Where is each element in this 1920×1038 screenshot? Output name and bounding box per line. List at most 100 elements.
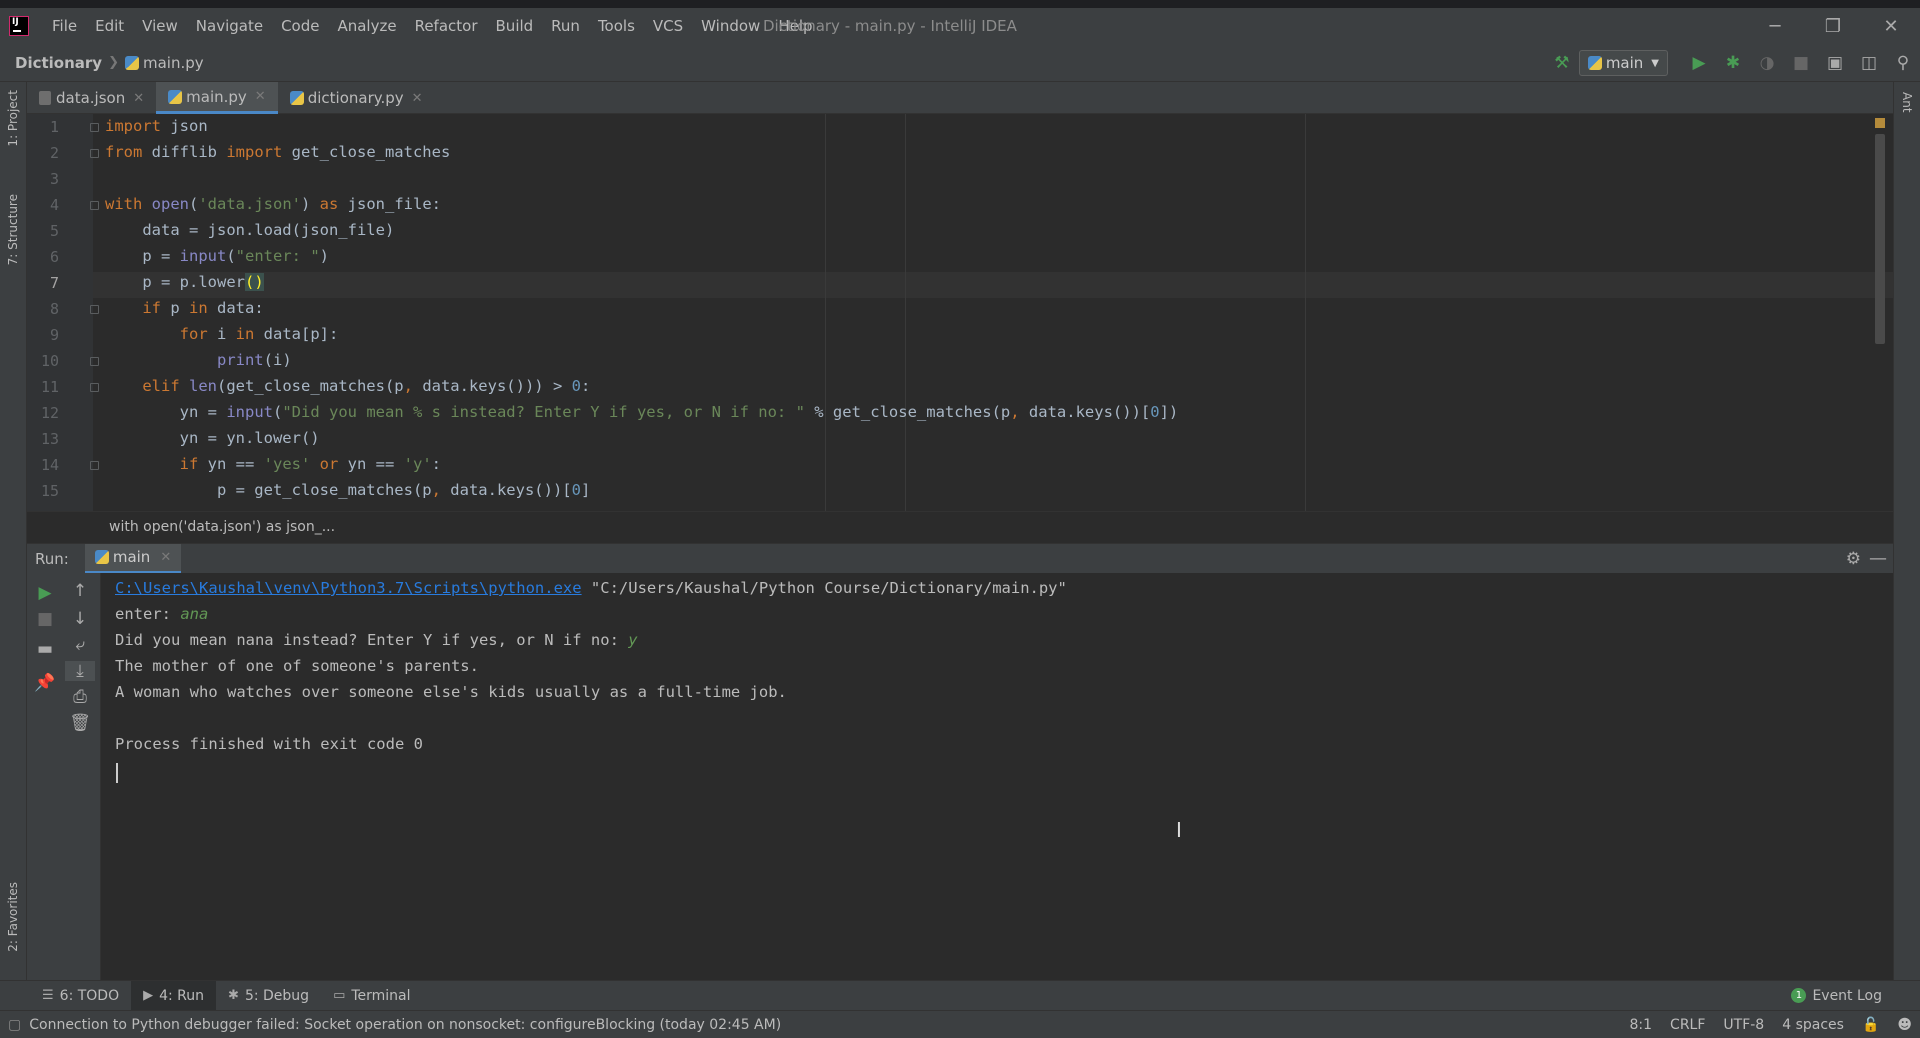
breadcrumb-file[interactable]: main.py [124,54,204,72]
todo-tool-button[interactable]: ☰ 6: TODO [30,981,131,1011]
favorites-tool-button[interactable]: 2: Favorites [6,882,20,952]
close-tab-icon[interactable]: ✕ [160,550,171,565]
print-icon[interactable]: ⎙ [65,687,95,707]
code-line: for i in data[p]: [179,325,339,343]
menu-refactor[interactable]: Refactor [406,17,487,35]
close-tab-icon[interactable]: ✕ [133,91,144,106]
code-editor[interactable]: 1 2 3 4 5 6 7 8 9 10 11 12 13 14 15 impo… [27,114,1893,511]
fold-marker-icon[interactable] [90,357,99,366]
menu-code[interactable]: Code [272,17,328,35]
minimize-panel-icon[interactable]: — [1869,548,1887,569]
tab-data-json[interactable]: data.json ✕ [27,82,156,114]
menu-edit[interactable]: Edit [86,17,133,35]
restore-layout-icon[interactable]: ▬ [30,639,60,659]
up-arrow-icon[interactable]: ↑ [65,581,95,601]
breadcrumb-project[interactable]: Dictionary [15,54,102,72]
file-encoding[interactable]: UTF-8 [1723,1017,1764,1033]
code-line: data = json.load(json_file) [105,221,395,239]
line-number: 9 [49,326,59,344]
indent-guide [905,114,906,511]
run-icon[interactable]: ▶ [1682,53,1716,73]
terminal-tool-button[interactable]: ▭ Terminal [321,981,422,1011]
minimize-button[interactable]: ─ [1746,8,1804,44]
fold-marker-icon[interactable] [90,305,99,314]
line-number: 12 [40,404,59,422]
ant-tool-button[interactable]: Ant [1900,92,1914,113]
rerun-icon[interactable]: ▶ [30,583,60,603]
menu-analyze[interactable]: Analyze [328,17,405,35]
code-breadcrumb[interactable]: with open('data.json') as json_... [27,511,1893,543]
build-hammer-icon[interactable]: ⚒ [1545,53,1579,73]
main-menu: File Edit View Navigate Code Analyze Ref… [43,17,822,35]
left-tool-strip: 1: Project 7: Structure 2: Favorites [0,82,27,980]
gear-icon[interactable]: ⚙ [1846,549,1861,569]
structure-tool-button[interactable]: 7: Structure [6,194,20,265]
debug-bug-icon[interactable]: ✱ [1716,53,1750,73]
event-log-button[interactable]: 1 Event Log [1791,988,1882,1004]
stop-icon[interactable]: ■ [30,609,60,629]
indent-setting[interactable]: 4 spaces [1782,1017,1844,1033]
menu-navigate[interactable]: Navigate [187,17,272,35]
menu-file[interactable]: File [43,17,86,35]
code-line: import json [105,117,208,135]
fold-marker-icon[interactable] [90,201,99,210]
code-line: if yn == 'yes' or yn == 'y': [179,455,442,473]
tool-label: 5: Debug [244,987,310,1004]
run-config-dropdown[interactable]: main ▼ [1578,50,1668,76]
run-tab-main[interactable]: main ✕ [84,543,182,574]
menu-run[interactable]: Run [542,17,589,35]
menu-build[interactable]: Build [487,17,543,35]
tab-label: dictionary.py [307,89,404,107]
down-arrow-icon[interactable]: ↓ [65,609,95,629]
fold-marker-icon[interactable] [90,383,99,392]
code-line: print(i) [216,351,292,369]
stop-icon[interactable]: ■ [1784,53,1818,73]
python-icon [1587,56,1602,70]
terminal-icon: ▭ [333,988,346,1003]
line-separator[interactable]: CRLF [1670,1017,1705,1033]
soft-wrap-icon[interactable]: ⤶ [65,635,95,655]
fold-marker-icon[interactable] [90,149,99,158]
editor-scrollbar[interactable] [1875,134,1885,344]
menu-vcs[interactable]: VCS [644,17,692,35]
project-structure-icon[interactable]: ▣ [1818,53,1852,73]
user-input-text: ana [180,605,209,623]
restore-button[interactable]: ❐ [1804,8,1862,44]
inspector-icon[interactable]: ☻ [1897,1017,1912,1033]
menu-window[interactable]: Window [692,17,769,35]
python-exe-link[interactable]: C:\Users\Kaushal\venv\Python3.7\Scripts\… [115,579,582,597]
scroll-to-end-icon[interactable]: ⤓ [65,661,95,681]
inspection-warning-icon[interactable] [1875,118,1885,128]
search-icon[interactable]: ⚲ [1886,53,1920,73]
indent-guide [825,114,826,511]
code-line: from difflib import get_close_matches [105,143,451,161]
python-icon [94,550,109,564]
code-line: p = p.lower() [105,273,264,291]
line-number: 11 [40,378,59,396]
menu-view[interactable]: View [133,17,187,35]
caret-position[interactable]: 8:1 [1630,1017,1653,1033]
fold-marker-icon[interactable] [90,123,99,132]
lock-icon[interactable]: 🔓 [1862,1017,1879,1033]
line-number: 4 [49,196,59,214]
close-tab-icon[interactable]: ✕ [255,89,266,104]
line-number: 14 [40,456,59,474]
run-tool-button[interactable]: ▶ 4: Run [131,980,217,1011]
fold-marker-icon[interactable] [90,461,99,470]
close-tab-icon[interactable]: ✕ [412,91,423,106]
run-console[interactable]: C:\Users\Kaushal\venv\Python3.7\Scripts\… [101,573,1893,980]
debug-tool-button[interactable]: ✱ 5: Debug [216,981,321,1011]
menu-tools[interactable]: Tools [589,17,644,35]
close-window-button[interactable]: ✕ [1862,8,1920,44]
tab-dictionary-py[interactable]: dictionary.py ✕ [278,82,435,114]
presentation-icon[interactable]: ◫ [1852,53,1886,73]
project-tool-button[interactable]: 1: Project [6,90,20,147]
tab-main-py[interactable]: main.py ✕ [156,82,278,114]
pin-icon[interactable]: 📌 [30,673,60,693]
line-gutter: 1 2 3 4 5 6 7 8 9 10 11 12 13 14 15 [27,114,93,511]
status-message[interactable]: Connection to Python debugger failed: So… [29,1017,781,1033]
trash-icon[interactable]: 🗑 [65,713,95,733]
status-toggle-icon[interactable]: ▢ [8,1017,21,1033]
coverage-icon[interactable]: ◑ [1750,53,1784,73]
right-tool-strip: Ant [1893,82,1920,980]
